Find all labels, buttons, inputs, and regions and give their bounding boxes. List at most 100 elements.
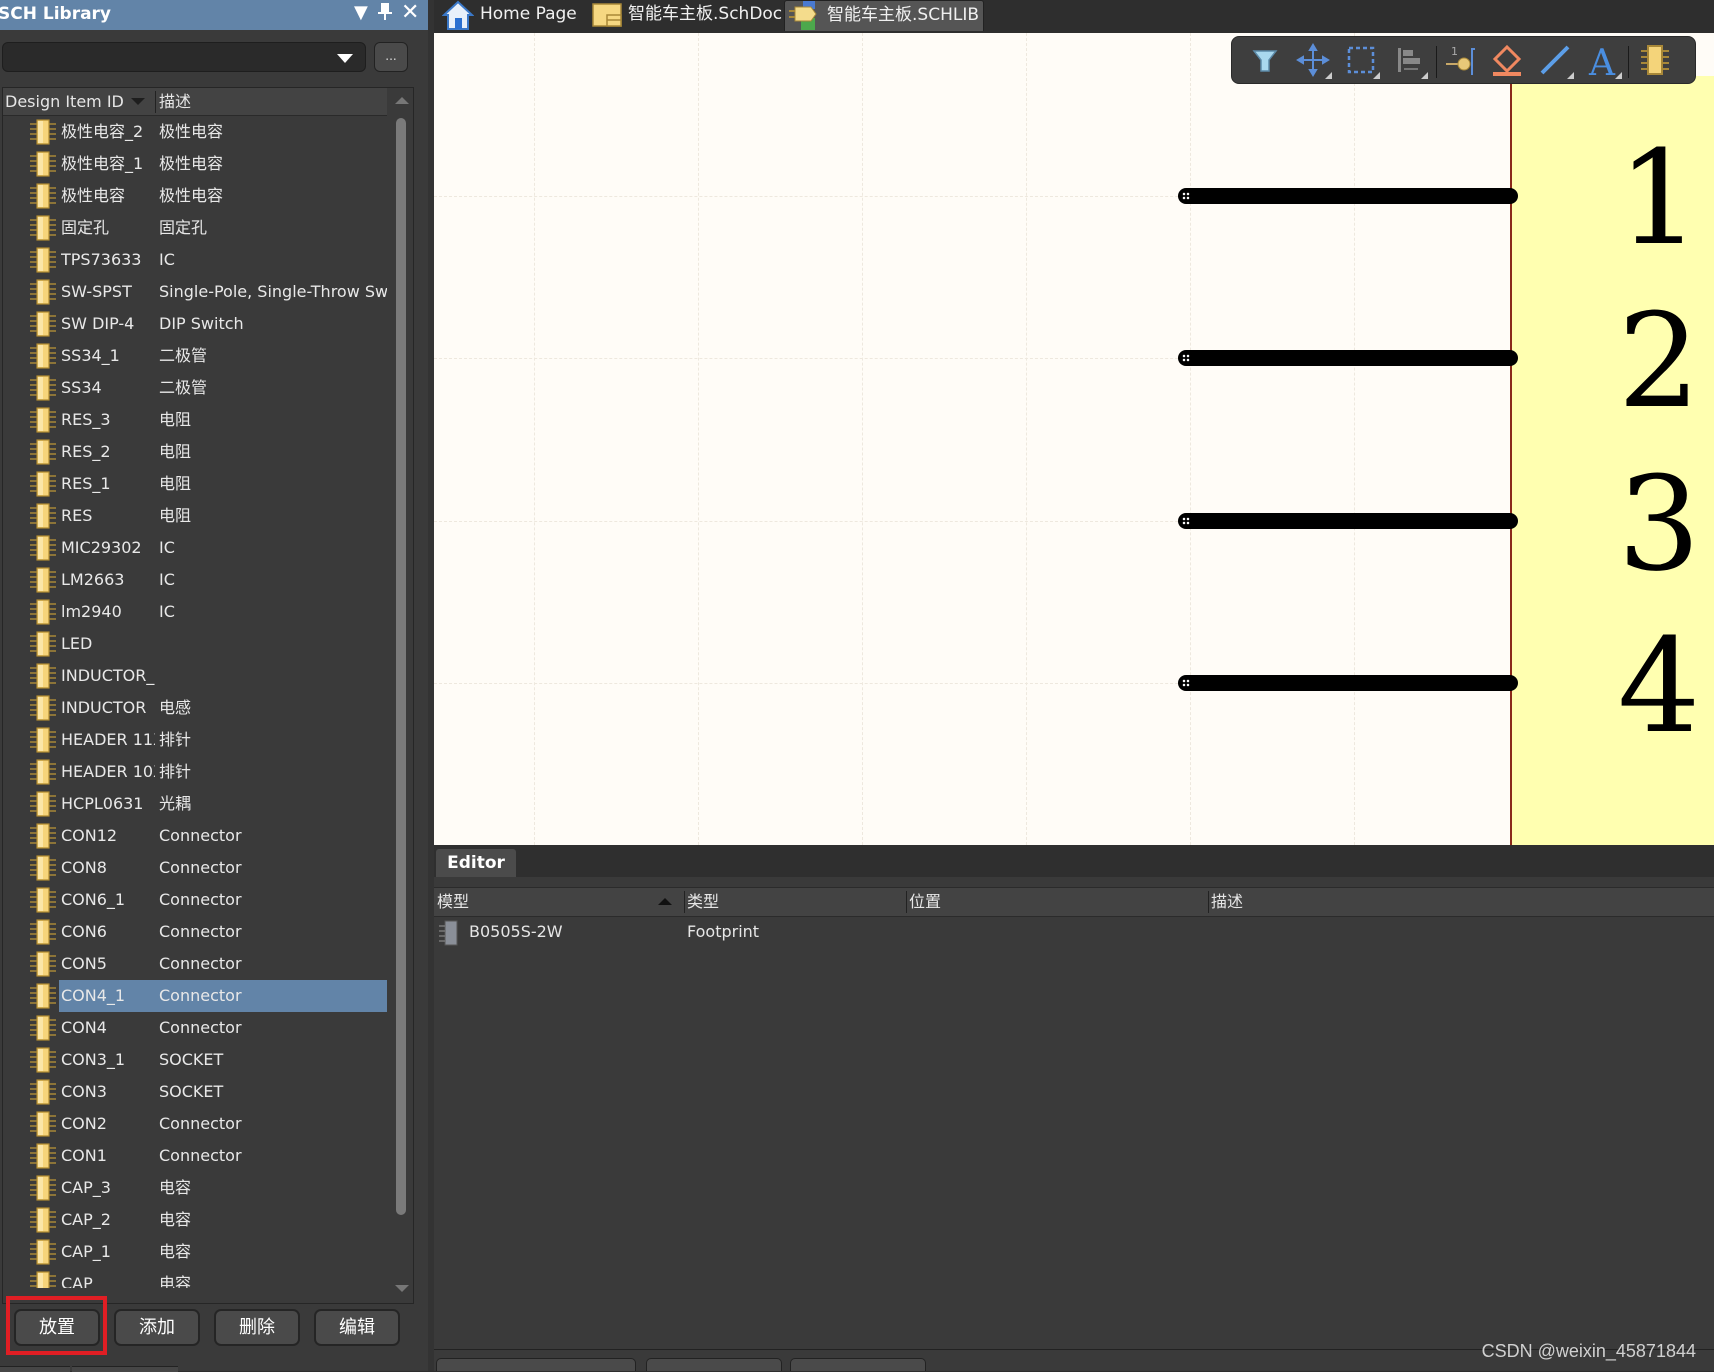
list-item[interactable]: INDUCTOR 电感 xyxy=(3,692,387,724)
list-item[interactable]: 固定孔 固定孔 xyxy=(3,212,387,244)
tab-schlib[interactable]: 智能车主板.SCHLIB xyxy=(784,0,984,31)
list-item[interactable]: HEADER 10X 排针 xyxy=(3,756,387,788)
tab-editor[interactable]: Editor xyxy=(436,849,516,877)
list-item[interactable]: CON1 Connector xyxy=(3,1140,387,1172)
scroll-down-icon[interactable] xyxy=(395,1285,409,1292)
list-item[interactable]: RES_1 电阻 xyxy=(3,468,387,500)
tab-schdoc[interactable]: 智能车主板.SchDoc xyxy=(586,0,784,31)
list-item[interactable]: TPS73633 IC xyxy=(3,244,387,276)
list-item-selected[interactable]: CON4_1 Connector xyxy=(3,980,387,1012)
place-ieee-icon[interactable] xyxy=(1488,41,1526,79)
list-item[interactable]: SW DIP-4 DIP Switch xyxy=(3,308,387,340)
delete-button[interactable]: 删除 xyxy=(214,1309,300,1346)
design-item-id: CON3_1 xyxy=(61,1044,155,1076)
place-line-icon[interactable] xyxy=(1536,41,1574,79)
editor-action-button[interactable] xyxy=(436,1358,636,1371)
panel-menu-icon[interactable]: ▼ xyxy=(354,0,368,26)
model-row[interactable]: B0505S-2W Footprint xyxy=(434,917,1714,947)
list-item[interactable]: LM2663 IC xyxy=(3,564,387,596)
panel-bottom-tab[interactable] xyxy=(0,1366,70,1372)
list-item[interactable]: RES_2 电阻 xyxy=(3,436,387,468)
list-item[interactable]: CON3_1 SOCKET xyxy=(3,1044,387,1076)
column-divider[interactable] xyxy=(1208,891,1209,913)
list-item[interactable]: CAP 电容 xyxy=(3,1268,387,1288)
design-item-description: 电阻 xyxy=(159,500,387,532)
chevron-down-icon xyxy=(337,54,353,63)
list-item[interactable]: lm2940 IC xyxy=(3,596,387,628)
filter-icon[interactable] xyxy=(1246,41,1284,79)
design-item-id: SW-SPST xyxy=(61,276,155,308)
list-item[interactable]: CON3 SOCKET xyxy=(3,1076,387,1108)
scrollbar-thumb[interactable] xyxy=(396,118,406,1215)
list-item[interactable]: LED xyxy=(3,628,387,660)
column-header-location[interactable]: 位置 xyxy=(909,888,941,916)
pin-3[interactable] xyxy=(1178,513,1518,529)
move-icon[interactable] xyxy=(1294,41,1332,79)
more-options-button[interactable]: ... xyxy=(374,42,408,72)
edit-button[interactable]: 编辑 xyxy=(314,1309,400,1346)
list-item[interactable]: HCPL0631 光耦 xyxy=(3,788,387,820)
list-item[interactable]: HEADER 11X 排针 xyxy=(3,724,387,756)
panel-bottom-tab[interactable] xyxy=(72,1366,178,1372)
list-item[interactable]: CAP_2 电容 xyxy=(3,1204,387,1236)
list-item[interactable]: 极性电容_1 极性电容 xyxy=(3,148,387,180)
list-item[interactable]: CON4 Connector xyxy=(3,1012,387,1044)
pin-4[interactable] xyxy=(1178,675,1518,691)
list-item[interactable]: CAP_1 电容 xyxy=(3,1236,387,1268)
design-item-id: CON2 xyxy=(61,1108,155,1140)
select-rect-icon[interactable] xyxy=(1342,41,1380,79)
place-pin-icon[interactable]: 1 xyxy=(1442,41,1480,79)
list-item[interactable]: RES_3 电阻 xyxy=(3,404,387,436)
pin-1[interactable] xyxy=(1178,188,1518,204)
design-item-id: CON12 xyxy=(61,820,155,852)
library-filter-dropdown[interactable] xyxy=(2,42,366,72)
design-item-description: 极性电容 xyxy=(159,180,387,212)
component-icon xyxy=(29,311,57,337)
pin-icon[interactable] xyxy=(378,0,392,30)
list-item[interactable]: MIC29302 IC xyxy=(3,532,387,564)
column-divider[interactable] xyxy=(684,891,685,913)
column-header-type[interactable]: 类型 xyxy=(687,888,719,916)
vertical-scrollbar[interactable] xyxy=(389,88,413,1303)
editor-action-button[interactable] xyxy=(646,1358,782,1371)
pin-2[interactable] xyxy=(1178,350,1518,366)
list-item[interactable]: 极性电容_2 极性电容 xyxy=(3,116,387,148)
design-item-id: CAP xyxy=(61,1268,155,1288)
scroll-up-icon[interactable] xyxy=(395,97,409,104)
pin-hotspot-icon xyxy=(1182,354,1190,362)
list-item[interactable]: CON5 Connector xyxy=(3,948,387,980)
place-component-icon[interactable] xyxy=(1636,41,1674,79)
sch-library-panel: SCH Library ▼ ✕ ... Design Item ID 描述 极性… xyxy=(0,0,428,1371)
list-item[interactable]: INDUCTOR_2 xyxy=(3,660,387,692)
editor-action-button[interactable] xyxy=(790,1358,926,1371)
list-item[interactable]: SS34_1 二极管 xyxy=(3,340,387,372)
list-item[interactable]: SS34 二极管 xyxy=(3,372,387,404)
list-item[interactable]: RES 电阻 xyxy=(3,500,387,532)
column-header-model[interactable]: 模型 xyxy=(437,888,469,916)
tab-home-page[interactable]: Home Page xyxy=(438,0,578,31)
column-header-description[interactable]: 描述 xyxy=(159,88,191,115)
column-header-description[interactable]: 描述 xyxy=(1211,888,1243,916)
align-icon[interactable] xyxy=(1390,41,1428,79)
list-item[interactable]: CON6 Connector xyxy=(3,916,387,948)
list-item[interactable]: CAP_3 电容 xyxy=(3,1172,387,1204)
close-icon[interactable]: ✕ xyxy=(401,0,419,26)
list-item[interactable]: CON2 Connector xyxy=(3,1108,387,1140)
list-item[interactable]: CON12 Connector xyxy=(3,820,387,852)
list-item[interactable]: CON8 Connector xyxy=(3,852,387,884)
component-icon xyxy=(29,759,57,785)
list-item[interactable]: SW-SPST Single-Pole, Single-Throw Swit xyxy=(3,276,387,308)
column-divider[interactable] xyxy=(155,91,156,113)
schematic-canvas[interactable]: 1 2 3 4 1 A xyxy=(434,33,1714,845)
list-item[interactable]: 极性电容 极性电容 xyxy=(3,180,387,212)
place-text-icon[interactable]: A xyxy=(1584,41,1622,79)
grid-line xyxy=(698,33,700,845)
column-divider[interactable] xyxy=(906,891,907,913)
design-item-id: LM2663 xyxy=(61,564,155,596)
design-item-id: CON6 xyxy=(61,916,155,948)
add-button[interactable]: 添加 xyxy=(114,1309,200,1346)
design-item-description: Connector xyxy=(159,1140,387,1172)
design-item-description: 二极管 xyxy=(159,372,387,404)
list-item[interactable]: CON6_1 Connector xyxy=(3,884,387,916)
column-header-design-item-id[interactable]: Design Item ID xyxy=(5,88,124,115)
